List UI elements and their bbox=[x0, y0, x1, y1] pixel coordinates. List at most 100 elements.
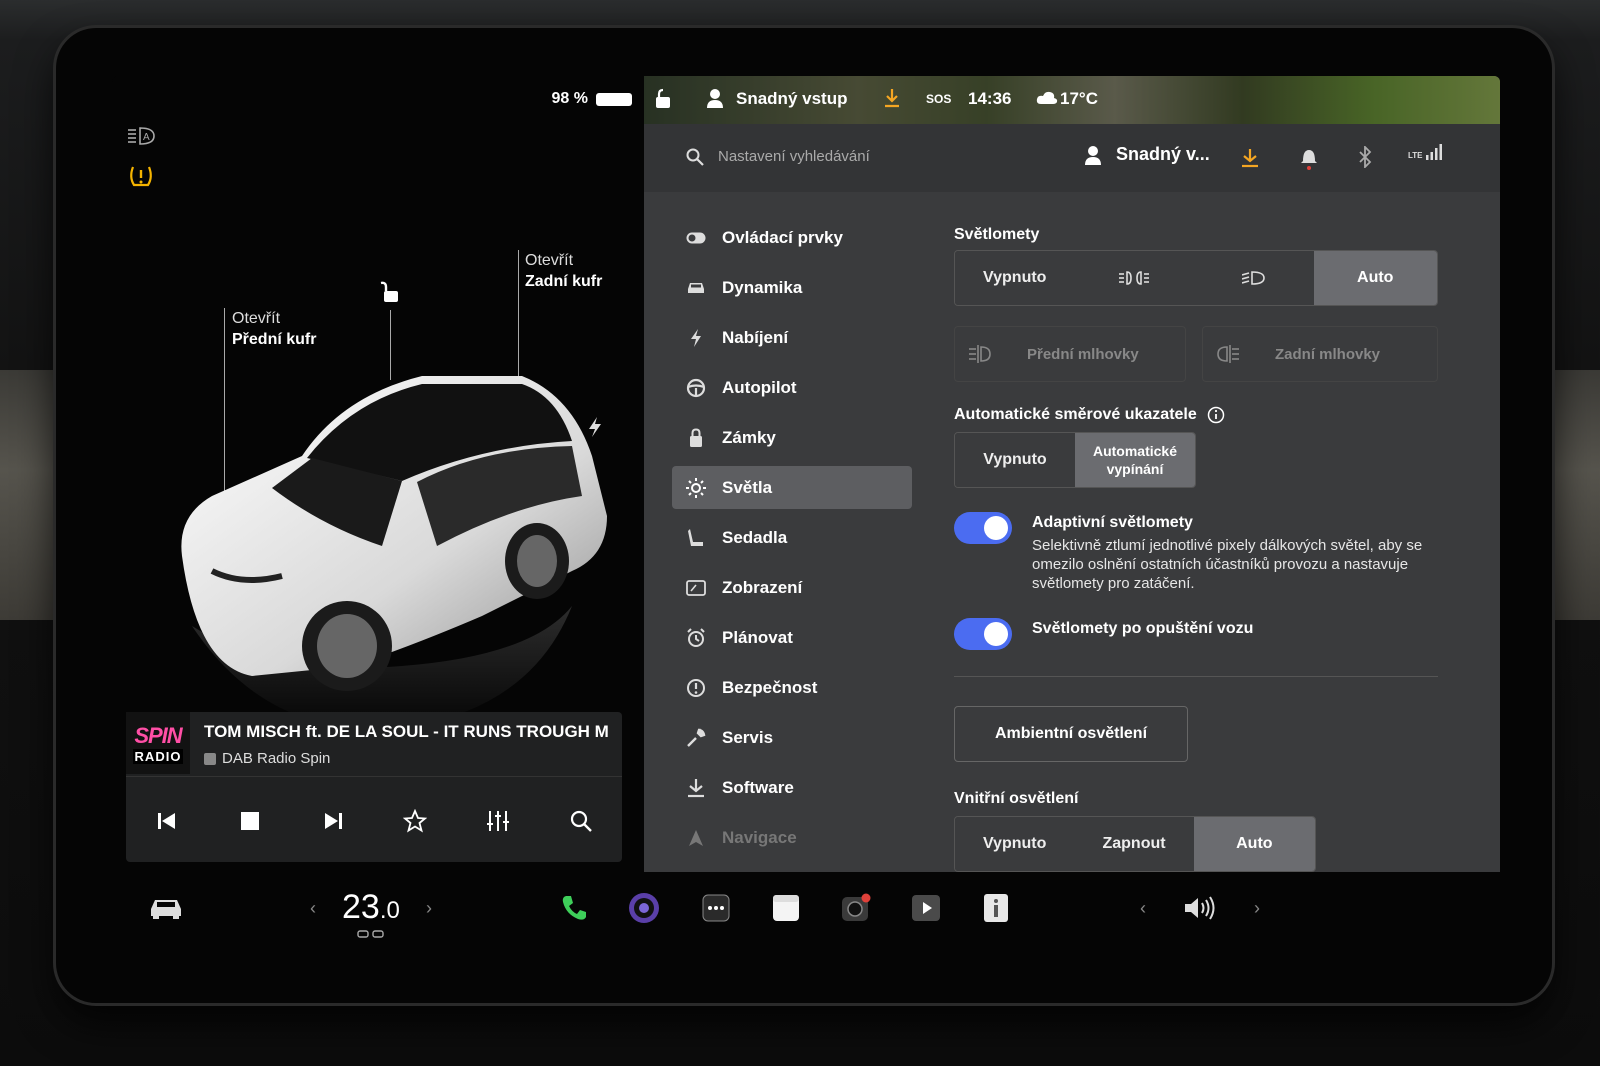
search-bar: Snadný v... LTE bbox=[644, 124, 1500, 192]
temp-up-chevron[interactable]: › bbox=[426, 898, 432, 919]
rear-fog-label: Zadní mlhovky bbox=[1275, 345, 1381, 363]
track-title[interactable]: TOM MISCH ft. DE LA SOUL - IT RUNS TROUG… bbox=[204, 722, 614, 742]
menu-label: Světla bbox=[722, 477, 773, 497]
info-icon[interactable] bbox=[1207, 406, 1225, 424]
easy-entry-status[interactable]: Snadný vstup bbox=[736, 89, 847, 109]
logo-text-top: SPIN bbox=[134, 722, 182, 748]
front-fog-button[interactable]: Přední mlhovky bbox=[954, 326, 1186, 382]
bluetooth-icon[interactable] bbox=[1358, 144, 1372, 173]
steering-wheel-icon bbox=[686, 378, 706, 398]
menu-item-service[interactable]: Servis bbox=[672, 716, 912, 759]
headlights-off-option[interactable]: Vypnuto bbox=[955, 251, 1075, 305]
volume-up-chevron[interactable]: › bbox=[1254, 898, 1260, 919]
media-search-icon[interactable] bbox=[561, 801, 601, 841]
menu-item-autopilot[interactable]: Autopilot bbox=[672, 366, 912, 409]
interior-on-option[interactable]: Zapnout bbox=[1074, 817, 1194, 871]
low-beam-option[interactable] bbox=[1194, 251, 1314, 305]
temp-integer: 23 bbox=[342, 888, 380, 926]
bolt-icon bbox=[686, 328, 706, 348]
adaptive-headlights-description: Selektivně ztlumí jednotlivé pixely dálk… bbox=[1032, 537, 1423, 592]
interior-lighting-title: Vnitřní osvětlení bbox=[954, 790, 1079, 807]
menu-item-schedule[interactable]: Plánovat bbox=[672, 616, 912, 659]
menu-label: Bezpečnost bbox=[722, 677, 818, 697]
settings-panel: Snadný vstup SOS 14:36 17°C Snadný v... bbox=[644, 76, 1500, 872]
car-panel: 98 % A Otevřít Přední kufr Otevřít Zadní… bbox=[112, 76, 644, 872]
parking-lights-option[interactable] bbox=[1074, 251, 1194, 305]
menu-item-controls[interactable]: Ovládací prvky bbox=[672, 216, 912, 259]
station-label: DAB Radio Spin bbox=[222, 750, 331, 767]
media-player: SPIN RADIO TOM MISCH ft. DE LA SOUL - IT… bbox=[126, 712, 622, 862]
sun-icon bbox=[686, 477, 706, 498]
parking-lights-icon bbox=[1119, 271, 1150, 285]
calendar-icon[interactable] bbox=[766, 888, 806, 928]
navigation-icon bbox=[686, 828, 706, 848]
front-fog-label: Přední mlhovky bbox=[1027, 345, 1139, 363]
station-name[interactable]: DAB Radio Spin bbox=[204, 750, 330, 767]
menu-item-software[interactable]: Software bbox=[672, 766, 912, 809]
stop-icon[interactable] bbox=[230, 801, 270, 841]
equalizer-icon[interactable] bbox=[478, 801, 518, 841]
driver-profile-icon bbox=[1085, 145, 1101, 165]
battery-percent: 98 % bbox=[551, 90, 588, 107]
radio-source-icon bbox=[204, 752, 216, 765]
turn-signal-selector: Vypnuto Automatické vypínání bbox=[954, 432, 1196, 488]
ambient-lighting-button[interactable]: Ambientní osvětlení bbox=[954, 706, 1188, 762]
volume-down-chevron[interactable]: ‹ bbox=[1140, 898, 1146, 919]
lte-signal-icon[interactable]: LTE bbox=[1408, 144, 1443, 160]
status-bar: Snadný vstup SOS 14:36 17°C bbox=[644, 76, 1500, 124]
exit-lights-toggle[interactable] bbox=[954, 618, 1012, 650]
phone-icon[interactable] bbox=[554, 888, 594, 928]
dashcam-icon[interactable] bbox=[836, 888, 876, 928]
menu-item-charging[interactable]: Nabíjení bbox=[672, 316, 912, 359]
seat-heater-icon[interactable] bbox=[356, 926, 386, 944]
menu-item-display[interactable]: Zobrazení bbox=[672, 566, 912, 609]
outside-temperature: 17°C bbox=[1060, 89, 1098, 108]
rear-fog-button[interactable]: Zadní mlhovky bbox=[1202, 326, 1438, 382]
download-icon bbox=[686, 778, 706, 798]
menu-item-dynamics[interactable]: Dynamika bbox=[672, 266, 912, 309]
update-download-icon[interactable] bbox=[884, 88, 900, 113]
camera-app-icon[interactable] bbox=[624, 888, 664, 928]
driver-profile-name: Snadný v... bbox=[1116, 144, 1210, 164]
driver-profile-button[interactable]: Snadný v... bbox=[1084, 144, 1210, 165]
battery-indicator: 98 % bbox=[552, 90, 632, 108]
car-controls-icon[interactable] bbox=[146, 888, 186, 928]
menu-item-navigation[interactable]: Navigace bbox=[672, 816, 912, 859]
menu-label: Sedadla bbox=[722, 527, 788, 547]
temp-down-chevron[interactable]: ‹ bbox=[310, 898, 316, 919]
alarm-icon bbox=[686, 627, 706, 648]
favorite-star-icon[interactable] bbox=[395, 801, 435, 841]
headlights-auto-option[interactable]: Auto bbox=[1313, 251, 1437, 305]
software-download-icon[interactable] bbox=[1241, 148, 1259, 173]
front-fog-icon bbox=[969, 345, 991, 363]
menu-item-lights[interactable]: Světla bbox=[672, 466, 912, 509]
menu-label: Nabíjení bbox=[722, 327, 789, 347]
station-logo: SPIN RADIO bbox=[126, 712, 190, 774]
menu-label: Servis bbox=[722, 727, 774, 747]
menu-item-seats[interactable]: Sedadla bbox=[672, 516, 912, 559]
previous-icon[interactable] bbox=[147, 801, 187, 841]
interior-auto-option[interactable]: Auto bbox=[1193, 817, 1315, 871]
alert-icon bbox=[686, 678, 706, 698]
interior-off-option[interactable]: Vypnuto bbox=[955, 817, 1075, 871]
volume-icon[interactable] bbox=[1180, 888, 1220, 928]
lock-icon bbox=[686, 427, 706, 448]
menu-item-safety[interactable]: Bezpečnost bbox=[672, 666, 912, 709]
cabin-temperature[interactable]: 23.0 bbox=[342, 888, 400, 927]
next-icon[interactable] bbox=[313, 801, 353, 841]
toggle-icon bbox=[686, 228, 706, 248]
settings-search-input[interactable] bbox=[718, 148, 1038, 165]
manual-info-icon[interactable] bbox=[976, 888, 1016, 928]
turn-signal-off-option[interactable]: Vypnuto bbox=[955, 433, 1075, 487]
turn-signal-auto-option[interactable]: Automatické vypínání bbox=[1074, 433, 1195, 487]
low-beam-icon bbox=[1241, 271, 1265, 285]
temp-decimal: .0 bbox=[379, 897, 400, 924]
menu-item-locks[interactable]: Zámky bbox=[672, 416, 912, 459]
theater-icon[interactable] bbox=[906, 888, 946, 928]
menu-label: Autopilot bbox=[722, 377, 797, 397]
more-apps-icon[interactable] bbox=[696, 888, 736, 928]
adaptive-headlights-toggle[interactable] bbox=[954, 512, 1012, 544]
notification-bell-icon[interactable] bbox=[1300, 146, 1318, 175]
sos-label[interactable]: SOS bbox=[926, 92, 951, 106]
lock-status-icon[interactable] bbox=[654, 88, 672, 115]
